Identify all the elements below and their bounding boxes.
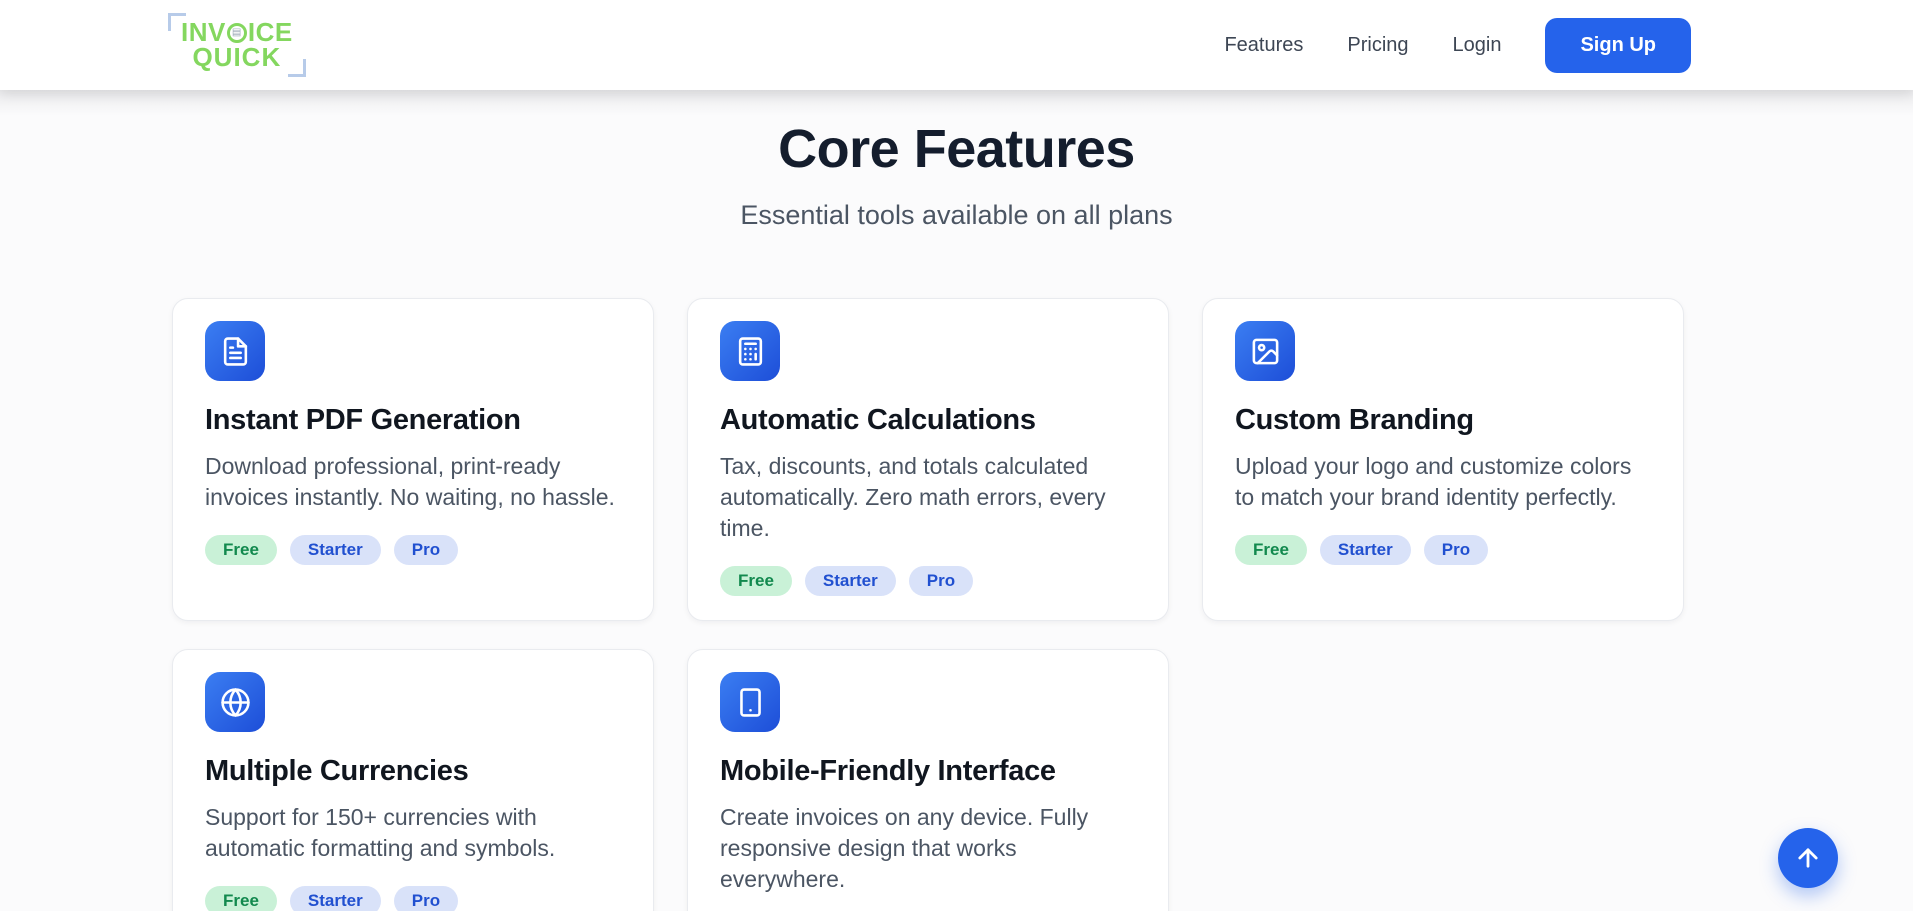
page-subtitle: Essential tools available on all plans [0,200,1913,231]
feature-card-grid: Instant PDF Generation Download professio… [172,298,1684,911]
feature-icon-tile [205,321,265,381]
calculator-icon [735,336,766,367]
plan-badge-free: Free [1235,535,1307,565]
image-icon [1250,336,1281,367]
nav-link-login[interactable]: Login [1453,34,1502,57]
page-title: Core Features [0,90,1913,180]
plan-badge-free: Free [205,886,277,911]
feature-title: Instant PDF Generation [205,405,621,437]
invoice-receipt-icon: ▤ [227,23,247,43]
feature-description: Support for 150+ currencies with automat… [205,802,621,864]
plan-badge-pro: Pro [394,886,458,911]
globe-icon [220,687,251,718]
feature-icon-tile [720,672,780,732]
arrow-up-icon [1794,844,1822,872]
navbar: INV▤ICE QUICK Features Pricing Login Sig… [0,0,1913,90]
plan-badge-pro: Pro [394,535,458,565]
signup-button[interactable]: Sign Up [1545,18,1691,73]
feature-card: Automatic Calculations Tax, discounts, an… [687,298,1169,621]
smartphone-icon [735,687,766,718]
plan-badge-pro: Pro [909,566,973,596]
feature-title: Multiple Currencies [205,756,621,788]
feature-icon-tile [1235,321,1295,381]
nav-link-pricing[interactable]: Pricing [1347,34,1408,57]
core-features-section: Core Features Essential tools available … [0,90,1913,911]
plan-badges: Free Starter Pro [205,886,621,911]
plan-badge-starter: Starter [1320,535,1411,565]
plan-badge-pro: Pro [1424,535,1488,565]
brand-logo-line2: QUICK [181,45,293,70]
scroll-to-top-button[interactable] [1778,828,1838,888]
feature-card: Instant PDF Generation Download professio… [172,298,654,621]
plan-badge-starter: Starter [290,535,381,565]
plan-badge-free: Free [720,566,792,596]
feature-card: Mobile-Friendly Interface Create invoices… [687,649,1169,911]
plan-badges: Free Starter Pro [205,535,621,565]
feature-description: Download professional, print-ready invoi… [205,451,621,513]
file-text-icon [220,336,251,367]
feature-icon-tile [720,321,780,381]
feature-icon-tile [205,672,265,732]
plan-badge-free: Free [205,535,277,565]
feature-title: Custom Branding [1235,405,1651,437]
feature-description: Tax, discounts, and totals calculated au… [720,451,1136,544]
feature-description: Upload your logo and customize colors to… [1235,451,1651,513]
plan-badges: Free Starter Pro [1235,535,1651,565]
feature-card: Custom Branding Upload your logo and cust… [1202,298,1684,621]
feature-title: Automatic Calculations [720,405,1136,437]
brand-logo[interactable]: INV▤ICE QUICK [168,13,306,76]
feature-description: Create invoices on any device. Fully res… [720,802,1136,895]
plan-badge-starter: Starter [805,566,896,596]
nav-links: Features Pricing Login Sign Up [1224,18,1691,73]
feature-card: Multiple Currencies Support for 150+ curr… [172,649,654,911]
feature-title: Mobile-Friendly Interface [720,756,1136,788]
plan-badge-starter: Starter [290,886,381,911]
plan-badges: Free Starter Pro [720,566,1136,596]
nav-link-features[interactable]: Features [1224,34,1303,57]
